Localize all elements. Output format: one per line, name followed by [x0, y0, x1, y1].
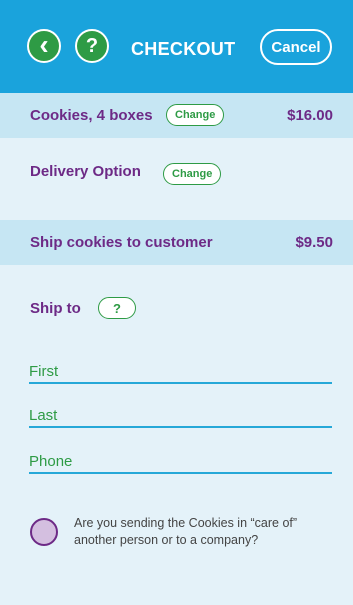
page-title: CHECKOUT [131, 39, 236, 59]
phone-field [29, 446, 332, 474]
phone-input[interactable] [29, 446, 332, 472]
first-name-input[interactable] [29, 356, 332, 382]
shipping-price: $9.50 [295, 234, 333, 251]
change-delivery-button[interactable]: Change [163, 163, 222, 185]
order-item-price: $16.00 [287, 107, 333, 124]
chevron-left-icon: ‹ [39, 28, 49, 60]
first-name-field [29, 356, 332, 384]
last-name-input[interactable] [29, 400, 332, 426]
delivery-option-label: Delivery Option [30, 163, 141, 180]
ship-to-help-button[interactable]: ? [98, 297, 136, 319]
care-of-radio[interactable] [30, 518, 58, 546]
cancel-button[interactable]: Cancel [260, 29, 332, 65]
question-icon: ? [85, 34, 99, 57]
last-name-field [29, 400, 332, 428]
ship-to-label: Ship to [30, 300, 81, 317]
checkout-header: ‹ ? CHECKOUT Cancel [0, 0, 353, 93]
back-button[interactable]: ‹ [27, 29, 61, 63]
care-of-question: Are you sending the Cookies in “care of”… [74, 516, 298, 547]
change-item-button[interactable]: Change [166, 104, 225, 126]
shipping-label: Ship cookies to customer [30, 234, 213, 251]
help-button[interactable]: ? [75, 29, 109, 63]
order-item-label: Cookies, 4 boxes [30, 107, 153, 124]
question-icon: ? [113, 300, 121, 316]
